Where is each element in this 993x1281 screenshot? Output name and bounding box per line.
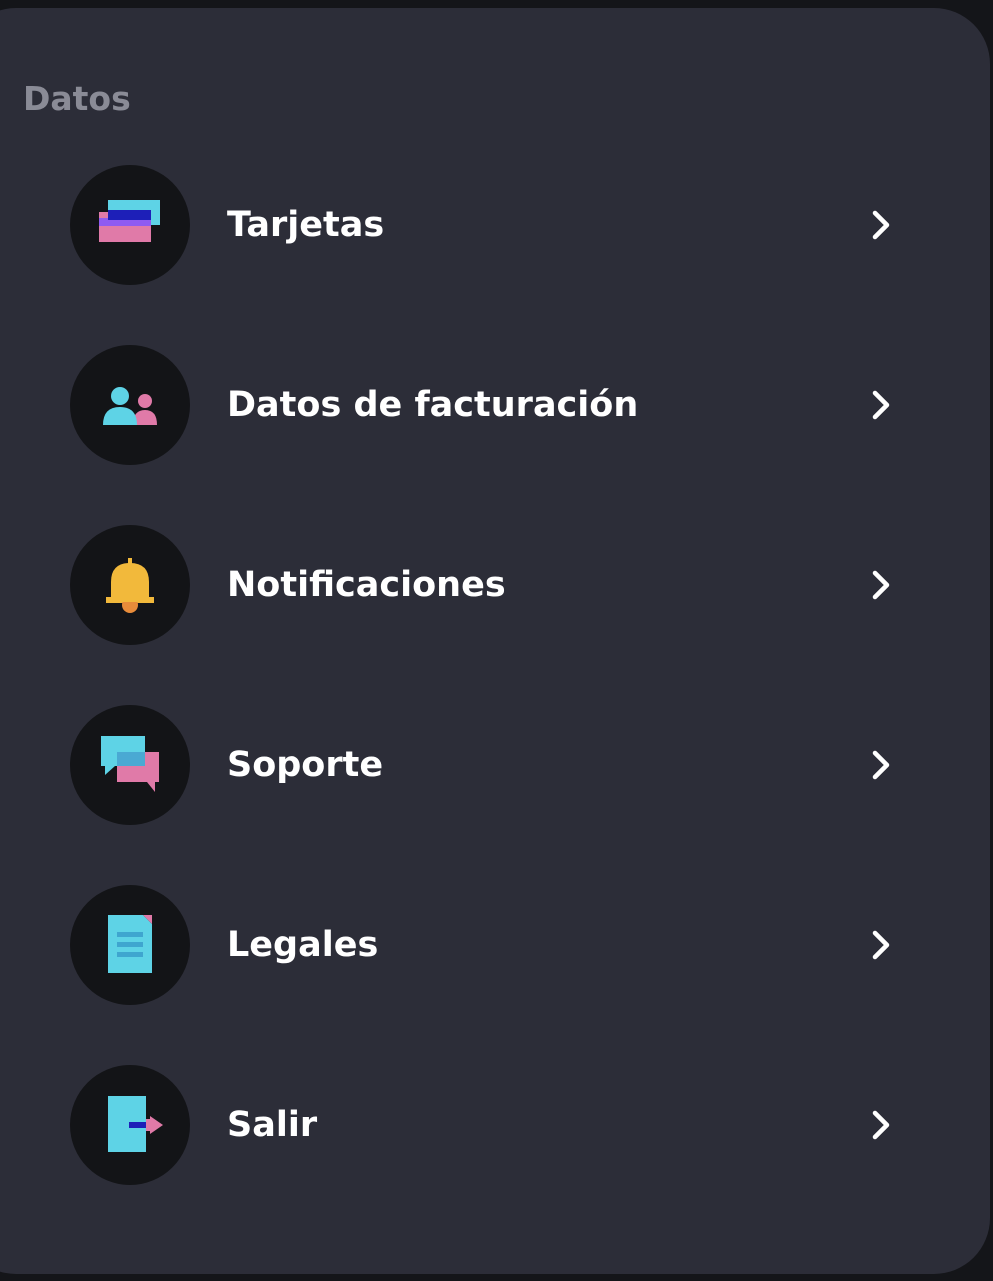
chevron-right-icon [872, 390, 890, 420]
menu-item-label: Legales [227, 925, 379, 965]
menu-item-notificaciones[interactable]: Notificaciones [70, 525, 910, 645]
menu-item-label: Soporte [227, 745, 384, 785]
menu-item-soporte[interactable]: Soporte [70, 705, 910, 825]
menu-item-label: Datos de facturación [227, 385, 639, 425]
chat-bubbles-icon [70, 705, 190, 825]
menu-item-label: Notificaciones [227, 565, 506, 605]
chevron-right-icon [872, 750, 890, 780]
section-title: Datos [23, 79, 131, 118]
chevron-right-icon [872, 210, 890, 240]
menu-item-datos-de-facturacion[interactable]: Datos de facturación [70, 345, 910, 465]
menu-item-legales[interactable]: Legales [70, 885, 910, 1005]
chevron-right-icon [872, 930, 890, 960]
people-icon [70, 345, 190, 465]
document-icon [70, 885, 190, 1005]
menu-item-salir[interactable]: Salir [70, 1065, 910, 1185]
menu-item-label: Tarjetas [227, 205, 385, 245]
exit-door-icon [70, 1065, 190, 1185]
chevron-right-icon [872, 1110, 890, 1140]
cards-icon [70, 165, 190, 285]
menu-item-tarjetas[interactable]: Tarjetas [70, 165, 910, 285]
bell-icon [70, 525, 190, 645]
chevron-right-icon [872, 570, 890, 600]
menu-item-label: Salir [227, 1105, 318, 1145]
